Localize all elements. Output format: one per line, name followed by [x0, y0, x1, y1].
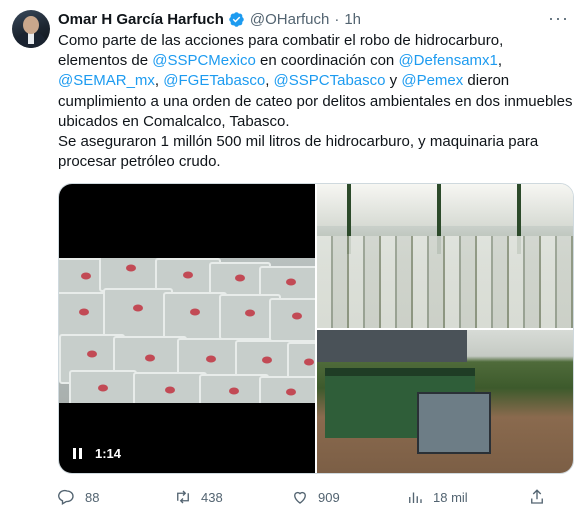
- views-button[interactable]: 18 mil: [406, 486, 468, 508]
- tank-cap: [304, 358, 314, 366]
- tweet-header: Omar H García Harfuch @OHarfuch · 1h ···: [58, 9, 573, 29]
- avatar[interactable]: [12, 10, 50, 48]
- container-site-photo[interactable]: [317, 330, 573, 473]
- action-bar: 88 438 909 18 mil: [58, 486, 578, 508]
- tank: [99, 258, 163, 292]
- video-duration: 1:14: [95, 446, 122, 461]
- tweet-text: Como parte de las acciones para combatir…: [58, 31, 573, 172]
- views-icon: [409, 492, 422, 503]
- tweet[interactable]: Omar H García Harfuch @OHarfuch · 1h ···…: [0, 0, 585, 508]
- shed-roof: [317, 330, 467, 362]
- mention-link[interactable]: @Defensamx1: [398, 52, 497, 69]
- tank-cap: [98, 384, 108, 392]
- tank-cap: [229, 387, 239, 395]
- video-thumbnail: [59, 258, 315, 403]
- views-count: 18 mil: [433, 489, 468, 505]
- mention-link[interactable]: @FGETabasco: [163, 72, 265, 89]
- tank-cap: [190, 308, 200, 316]
- like-count: 909: [318, 489, 340, 505]
- author-handle[interactable]: @OHarfuch: [250, 11, 329, 28]
- tank: [163, 292, 227, 340]
- tank-cap: [262, 356, 272, 364]
- media-grid: 1:14: [58, 183, 574, 474]
- avatar-face: [23, 16, 39, 34]
- tank: [69, 370, 137, 403]
- tank: [269, 298, 315, 342]
- video-player[interactable]: 1:14: [59, 184, 315, 473]
- retweet-button[interactable]: 438: [174, 486, 223, 508]
- tank-cap: [292, 312, 302, 320]
- video-controls[interactable]: 1:14: [73, 446, 121, 461]
- author-name[interactable]: Omar H García Harfuch: [58, 11, 224, 28]
- tank-cap: [81, 272, 91, 280]
- retweet-count: 438: [201, 489, 223, 505]
- pause-icon[interactable]: [73, 448, 85, 459]
- tank-cap: [286, 388, 296, 396]
- verified-badge-icon[interactable]: [228, 11, 245, 28]
- ibc-tank: [417, 392, 491, 454]
- tank-cap: [206, 355, 216, 363]
- like-button[interactable]: 909: [291, 486, 340, 508]
- more-options-icon[interactable]: ···: [548, 9, 569, 27]
- tank-cap: [235, 274, 245, 282]
- tweet-text-segment: ,: [497, 52, 503, 70]
- tank-cap: [286, 278, 296, 286]
- share-button[interactable]: [528, 486, 546, 508]
- mention-link[interactable]: @SSPCMexico: [152, 52, 256, 69]
- tweet-text-segment: ,: [154, 72, 164, 90]
- tweet-text-segment: ,: [265, 72, 274, 90]
- tank-rows: [317, 236, 573, 328]
- tank-cap: [165, 386, 175, 394]
- tweet-text-segment: y: [385, 72, 402, 90]
- tank-cap: [183, 271, 193, 279]
- mention-link[interactable]: @SEMAR_mx: [58, 72, 155, 89]
- tank-cap: [245, 309, 255, 317]
- tank-cap: [133, 304, 143, 312]
- warehouse-photo[interactable]: [317, 184, 573, 328]
- timestamp[interactable]: 1h: [344, 11, 361, 28]
- mention-link[interactable]: @Pemex: [401, 72, 463, 89]
- tweet-text-segment: en coordinación con: [255, 52, 399, 70]
- reply-count: 88: [85, 489, 100, 505]
- reply-button[interactable]: 88: [58, 486, 99, 508]
- tank-cap: [126, 264, 136, 272]
- warehouse-roof: [317, 184, 573, 226]
- dot-separator: ·: [334, 10, 340, 28]
- mention-link[interactable]: @SSPCTabasco: [274, 72, 386, 89]
- heart-icon: [294, 491, 306, 504]
- tank-cap: [87, 350, 97, 358]
- tank: [259, 376, 315, 403]
- reply-icon: [58, 489, 74, 505]
- share-icon: [531, 489, 543, 504]
- tweet-text-segment: Se aseguraron 1 millón 500 mil litros de…: [58, 133, 539, 171]
- tank: [133, 372, 207, 403]
- retweet-icon: [177, 490, 189, 504]
- tank-cap: [79, 308, 89, 316]
- tank-cap: [145, 354, 155, 362]
